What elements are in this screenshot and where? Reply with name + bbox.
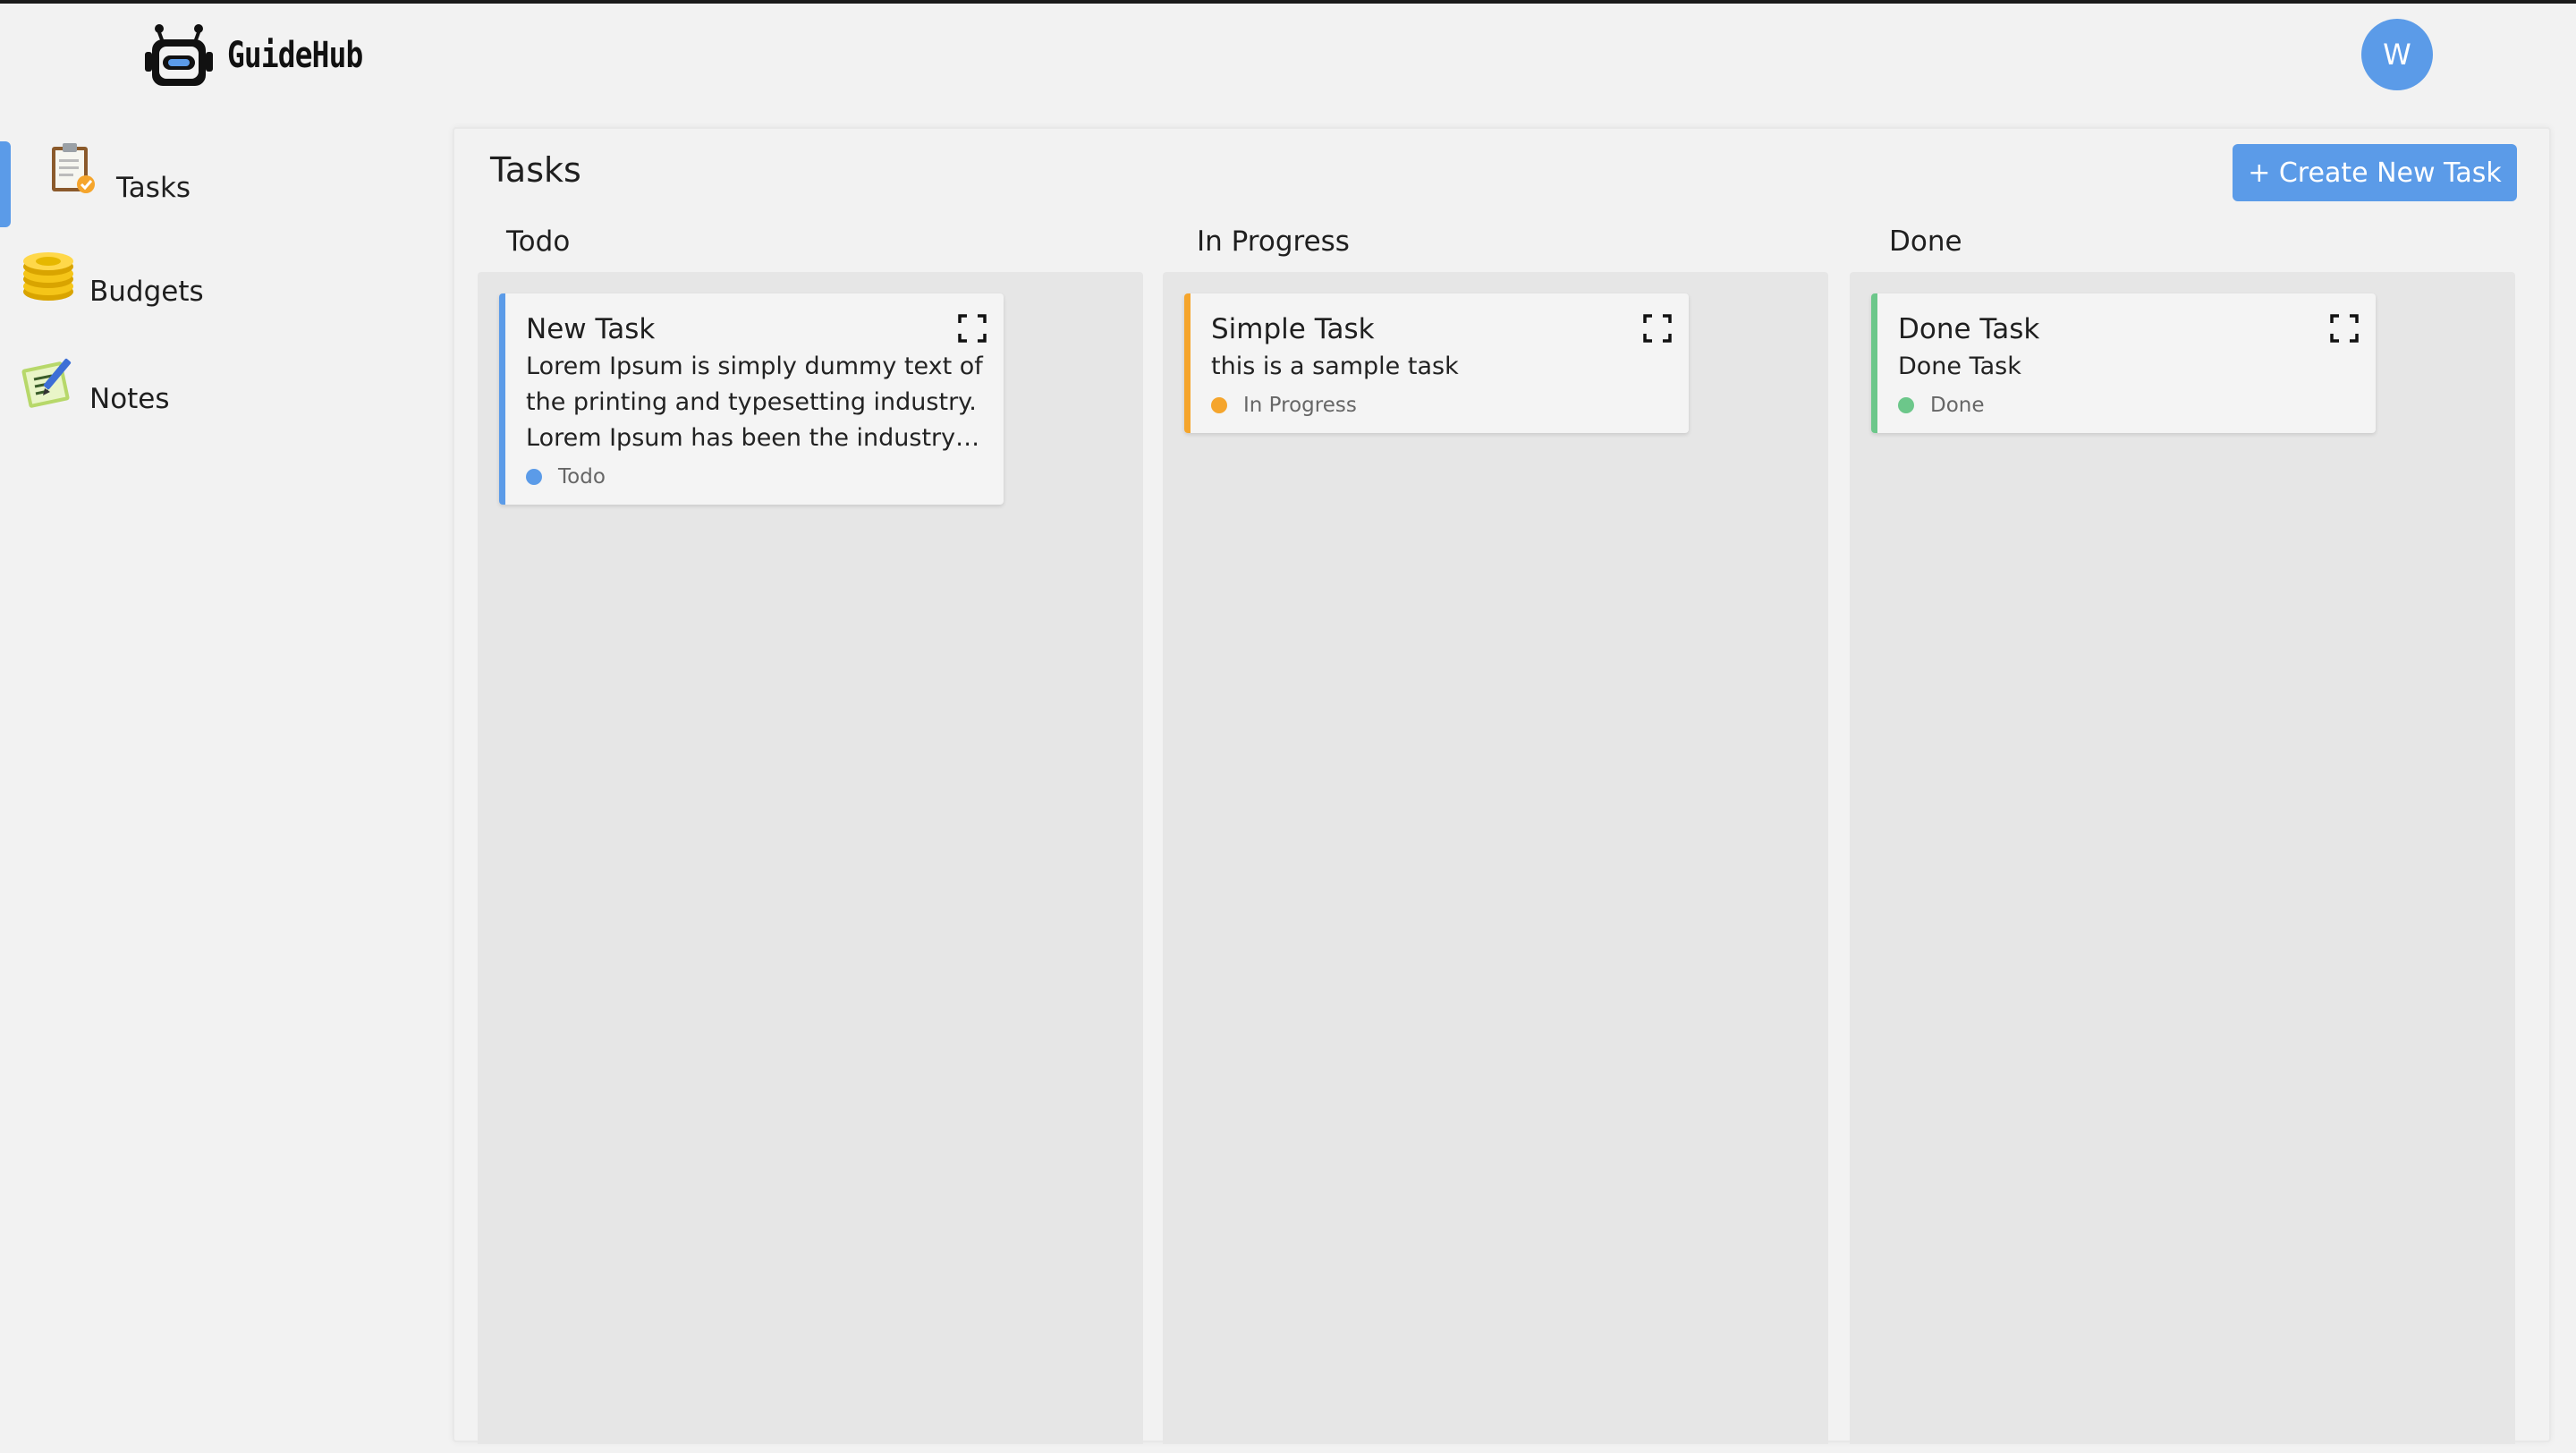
app-header: GuideHub W	[0, 4, 2576, 106]
expand-icon[interactable]	[957, 313, 987, 344]
card-description: Done Task	[1898, 353, 2021, 380]
card-accent	[499, 293, 505, 505]
status-label: In Progress	[1243, 394, 1357, 417]
sidebar-item-label: Tasks	[116, 172, 191, 204]
column-title-in-progress: In Progress	[1197, 225, 1350, 258]
task-card[interactable]: Done Task Done Task Done	[1871, 293, 2376, 433]
column-done: Done Task Done Task Done	[1850, 272, 2515, 1444]
card-accent	[1871, 293, 1877, 433]
card-description: Lorem Ipsum is simply dummy text of the …	[526, 353, 983, 452]
card-title: Done Task	[1898, 313, 2040, 345]
status-badge: Done	[1898, 394, 2356, 417]
clipboard-icon	[52, 143, 95, 193]
column-title-todo: Todo	[506, 225, 571, 258]
status-label: Done	[1930, 394, 1985, 417]
column-title-done: Done	[1889, 225, 1962, 258]
coins-icon	[23, 252, 73, 301]
card-title: New Task	[526, 313, 656, 345]
notepad-icon	[21, 358, 72, 408]
task-card[interactable]: Simple Task this is a sample task In Pro…	[1184, 293, 1689, 433]
status-label: Todo	[558, 465, 606, 489]
user-avatar[interactable]: W	[2361, 19, 2433, 90]
expand-icon[interactable]	[1642, 313, 1673, 344]
status-badge: In Progress	[1211, 394, 1669, 417]
card-description: this is a sample task	[1211, 353, 1459, 380]
sidebar-item-notes[interactable]: Notes	[0, 338, 429, 424]
status-dot	[1211, 397, 1227, 413]
robot-logo-icon	[145, 24, 213, 86]
active-indicator	[0, 141, 11, 227]
status-dot	[1898, 397, 1914, 413]
status-badge: Todo	[526, 465, 984, 489]
app-logo[interactable]: GuideHub	[143, 21, 393, 89]
status-dot	[526, 469, 542, 485]
card-title: Simple Task	[1211, 313, 1375, 345]
sidebar-item-budgets[interactable]: Budgets	[0, 231, 429, 317]
column-in-progress: Simple Task this is a sample task In Pro…	[1163, 272, 1828, 1444]
page-title: Tasks	[490, 150, 581, 190]
sidebar: Tasks Budgets Notes	[0, 106, 429, 1453]
tasks-board: Tasks + Create New Task Todo New Task Lo…	[453, 127, 2551, 1444]
sidebar-item-label: Notes	[89, 383, 170, 415]
task-card[interactable]: New Task Lorem Ipsum is simply dummy tex…	[499, 293, 1004, 505]
expand-icon[interactable]	[2329, 313, 2360, 344]
sidebar-item-label: Budgets	[89, 276, 204, 308]
card-accent	[1184, 293, 1191, 433]
sidebar-item-tasks[interactable]: Tasks	[0, 125, 429, 227]
create-new-task-button[interactable]: + Create New Task	[2233, 144, 2517, 201]
column-todo: New Task Lorem Ipsum is simply dummy tex…	[478, 272, 1143, 1444]
app-name: GuideHub	[227, 35, 363, 76]
